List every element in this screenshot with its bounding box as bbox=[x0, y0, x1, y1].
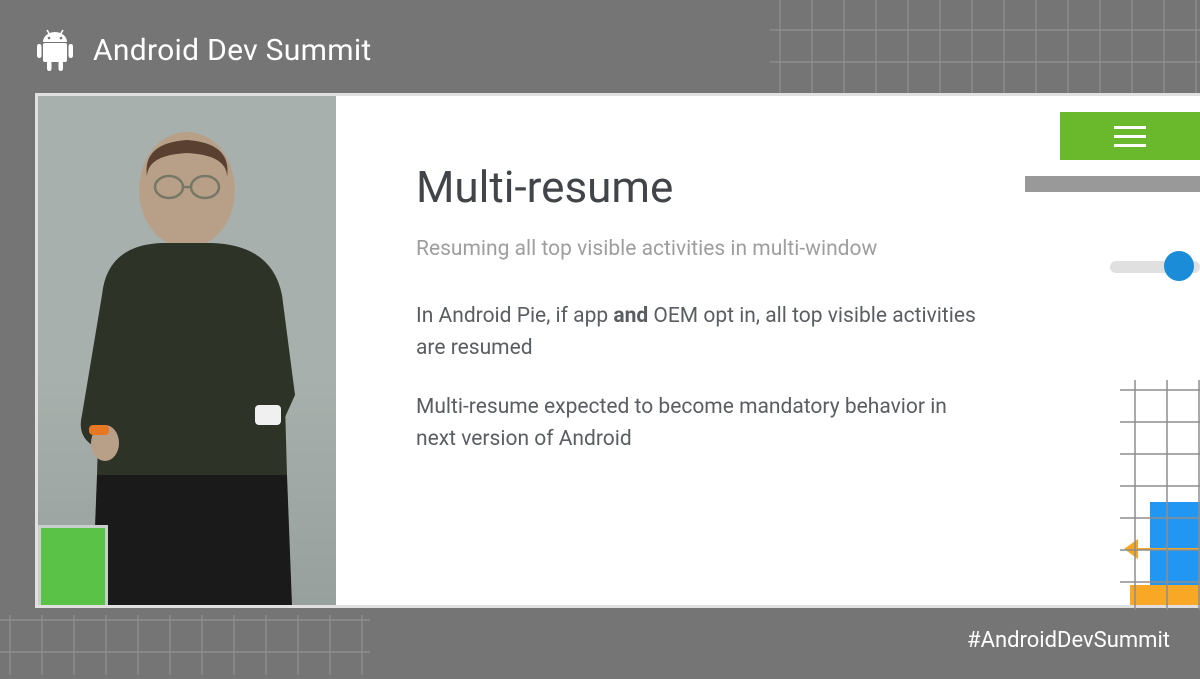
content-area: Multi-resume Resuming all top visible ac… bbox=[35, 93, 1200, 608]
arrow-left-icon bbox=[1124, 539, 1138, 559]
header: Android Dev Summit bbox=[35, 28, 372, 72]
arrow-line bbox=[1130, 548, 1200, 550]
event-title: Android Dev Summit bbox=[93, 33, 372, 68]
decoration-blue-block bbox=[1150, 502, 1200, 587]
android-logo-icon bbox=[35, 28, 75, 72]
decoration-yellow-block bbox=[1130, 585, 1200, 605]
speaker-video-panel bbox=[38, 96, 336, 605]
slide-title: Multi-resume bbox=[416, 161, 1000, 213]
stage-decoration-block bbox=[38, 525, 108, 605]
grid-decoration-top bbox=[770, 0, 1200, 95]
event-hashtag: #AndroidDevSummit bbox=[967, 628, 1170, 653]
slide-body-1: In Android Pie, if app and OEM opt in, a… bbox=[416, 301, 976, 364]
decoration-gray-bar bbox=[1025, 176, 1200, 192]
menu-button[interactable] bbox=[1060, 112, 1200, 160]
slide-body-2: Multi-resume expected to become mandator… bbox=[416, 392, 976, 455]
grid-decoration-bottom bbox=[0, 615, 370, 675]
hamburger-icon bbox=[1114, 126, 1146, 147]
slider-thumb[interactable] bbox=[1164, 251, 1194, 281]
presentation-slide: Multi-resume Resuming all top visible ac… bbox=[336, 96, 1200, 605]
slide-subtitle: Resuming all top visible activities in m… bbox=[416, 237, 1000, 261]
